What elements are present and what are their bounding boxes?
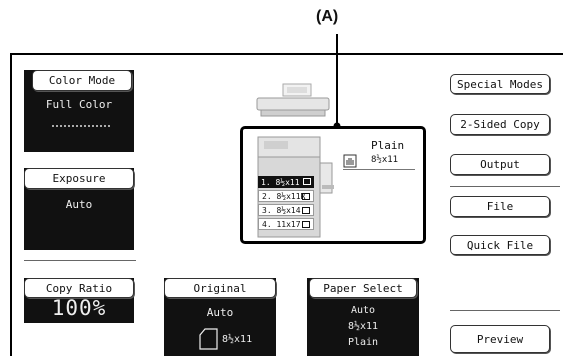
tray-3-label: 3. 8½x14 [262,205,301,215]
copy-ratio-button[interactable]: Copy Ratio [24,278,134,298]
paper-select-value: Auto [350,305,376,316]
exposure-value: Auto [65,198,93,211]
tray-4-label: 4. 11x17 [262,219,301,229]
two-sided-copy-button[interactable]: 2-Sided Copy [450,114,550,135]
tray-2[interactable]: 2. 8½x11R [258,190,314,202]
scanner-icon [256,83,330,117]
paper-select-type: Plain [347,337,379,348]
tray-paper-icon [302,221,310,228]
preview-button[interactable]: Preview [450,325,550,353]
original-document-icon [199,328,218,350]
divider [450,310,560,311]
color-mode-button[interactable]: Color Mode [32,70,132,91]
exposure-button[interactable]: Exposure [24,168,134,189]
tray-list: 1. 8½x11 2. 8½x11R 3. 8½x14 4. 11x17 [258,174,314,234]
paper-status-type: Plain [371,139,405,152]
original-button[interactable]: Original [164,278,276,298]
tray-1-label: 1. 8½x11 [261,177,300,187]
tray-1[interactable]: 1. 8½x11 [258,176,314,188]
color-mode-indicator [52,125,110,127]
quick-file-button[interactable]: Quick File [450,235,550,255]
original-size: 8½x11 [222,334,253,345]
status-underline [343,169,415,170]
tray-2-label: 2. 8½x11R [262,191,306,201]
tray-paper-icon [302,207,310,214]
divider [450,186,560,187]
divider [24,260,136,261]
output-button[interactable]: Output [450,154,550,175]
file-button[interactable]: File [450,196,550,217]
paper-tray-region: 1. 8½x11 2. 8½x11R 3. 8½x14 4. 11x17 Pla… [240,126,426,244]
tray-4[interactable]: 4. 11x17 [258,218,314,230]
tray-3[interactable]: 3. 8½x14 [258,204,314,216]
special-modes-button[interactable]: Special Modes [450,74,550,94]
paper-select-button[interactable]: Paper Select [309,278,417,298]
paper-status-size: 8½x11 [371,155,399,165]
tray-paper-icon [302,193,310,200]
original-value: Auto [206,306,234,319]
hand-icon [343,154,357,168]
paper-select-size: 8½x11 [347,321,379,332]
color-mode-value: Full Color [45,98,113,111]
copy-ratio-value: 100% [51,296,107,320]
tray-paper-icon [303,178,311,185]
